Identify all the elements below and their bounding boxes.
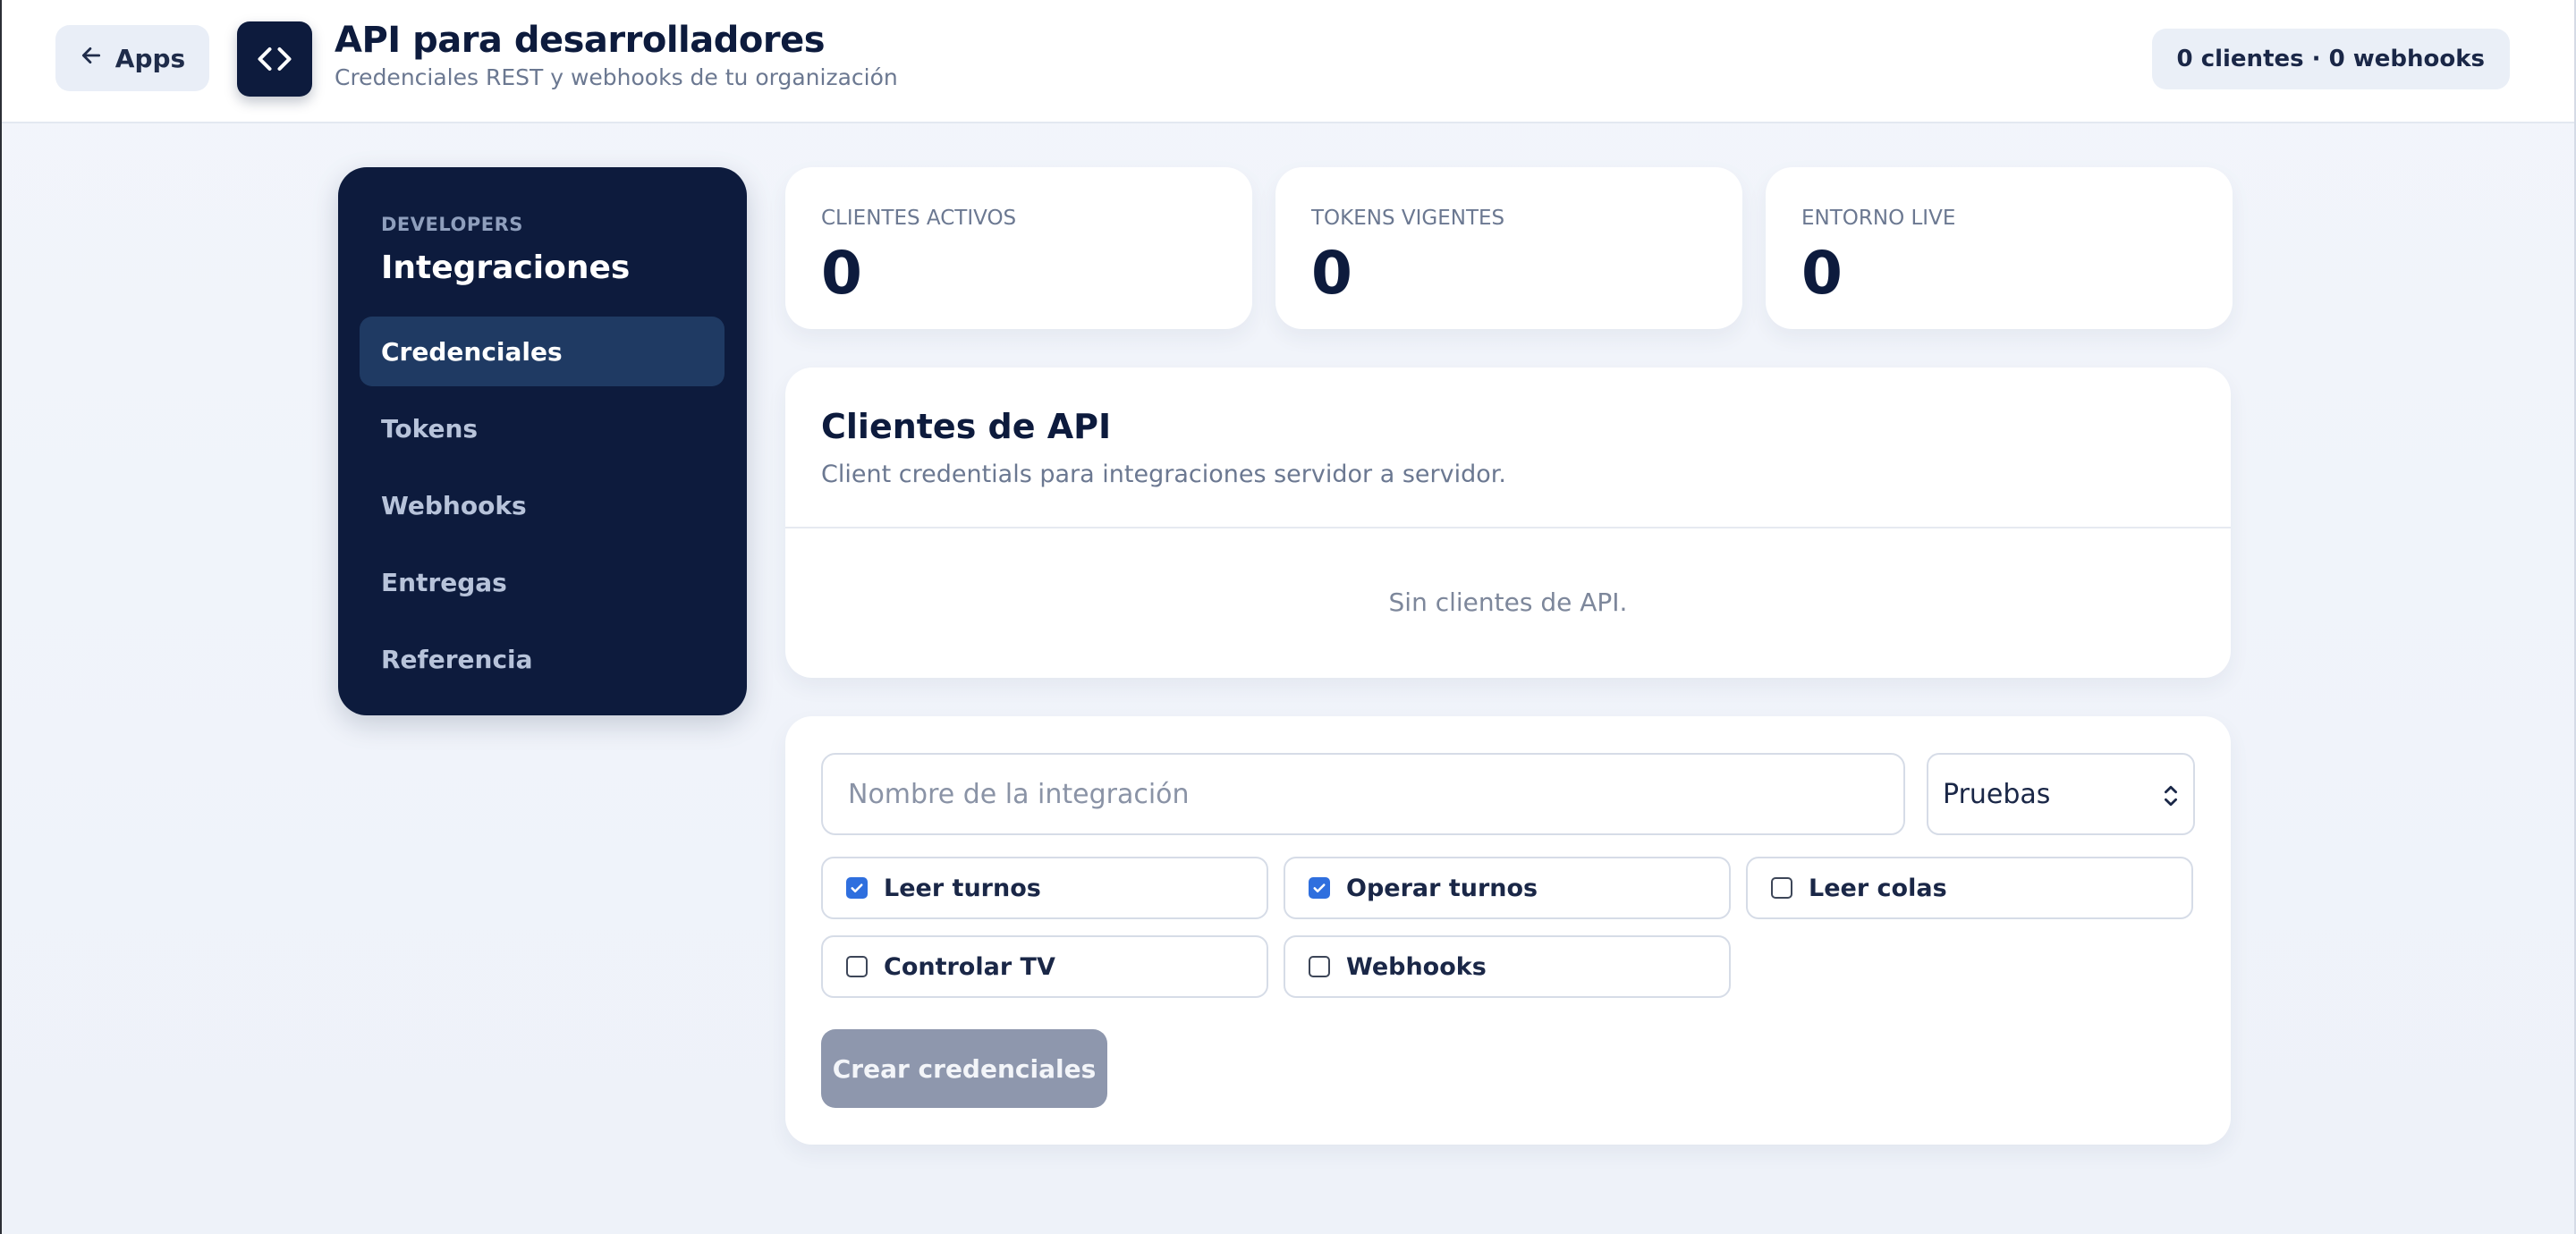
stat-card-entorno-live: ENTORNO LIVE 0 xyxy=(1766,167,2233,329)
stat-label: ENTORNO LIVE xyxy=(1801,207,1956,230)
scope-checkbox-operar-turnos[interactable]: Operar turnos xyxy=(1284,857,1731,919)
environment-select-value: Pruebas xyxy=(1943,778,2051,810)
stat-card-tokens-vigentes: TOKENS VIGENTES 0 xyxy=(1275,167,1742,329)
sidebar-item-referencia[interactable]: Referencia xyxy=(360,624,724,694)
check-icon xyxy=(851,883,863,893)
stat-value: 0 xyxy=(1311,239,1352,308)
integration-name-input[interactable] xyxy=(821,753,1905,835)
stat-value: 0 xyxy=(821,239,862,308)
back-button-label: Apps xyxy=(114,43,186,73)
stat-label: TOKENS VIGENTES xyxy=(1311,207,1505,230)
checkbox-unchecked[interactable] xyxy=(846,956,868,977)
scope-label: Leer colas xyxy=(1809,874,1947,902)
sidebar-item-webhooks[interactable]: Webhooks xyxy=(360,470,724,540)
create-credentials-form: Pruebas Leer turnos Operar turnos Leer c… xyxy=(785,716,2231,1145)
sidebar-eyebrow: DEVELOPERS xyxy=(381,214,523,235)
stat-label: CLIENTES ACTIVOS xyxy=(821,207,1017,230)
arrow-left-icon xyxy=(80,44,103,73)
chevron-up-down-icon xyxy=(2165,785,2177,807)
divider xyxy=(785,527,2231,528)
stat-value: 0 xyxy=(1801,239,1843,308)
scope-checkbox-leer-turnos[interactable]: Leer turnos xyxy=(821,857,1268,919)
clients-subtitle: Client credentials para integraciones se… xyxy=(821,461,1506,488)
stat-card-clientes-activos: CLIENTES ACTIVOS 0 xyxy=(785,167,1252,329)
sidebar-item-credenciales[interactable]: Credenciales xyxy=(360,317,724,386)
summary-badge: 0 clientes · 0 webhooks xyxy=(2151,29,2510,89)
scope-label: Operar turnos xyxy=(1346,874,1538,902)
checkbox-unchecked[interactable] xyxy=(1771,877,1792,899)
top-header: Apps API para desarrolladores Credencial… xyxy=(2,0,2574,123)
check-icon xyxy=(1313,883,1326,893)
sidebar-title: Integraciones xyxy=(381,249,631,286)
sidebar-item-entregas[interactable]: Entregas xyxy=(360,547,724,617)
sidebar-item-tokens[interactable]: Tokens xyxy=(360,393,724,463)
scope-label: Webhooks xyxy=(1346,952,1487,981)
api-clients-card: Clientes de API Client credentials para … xyxy=(785,368,2231,678)
checkbox-checked[interactable] xyxy=(846,877,868,899)
clients-title: Clientes de API xyxy=(821,407,1112,446)
scope-label: Leer turnos xyxy=(884,874,1041,902)
clients-empty-state: Sin clientes de API. xyxy=(1388,587,1628,617)
checkbox-checked[interactable] xyxy=(1309,877,1330,899)
environment-select[interactable]: Pruebas xyxy=(1927,753,2195,835)
developers-sidebar: DEVELOPERS Integraciones Credenciales To… xyxy=(338,167,747,715)
page-subtitle: Credenciales REST y webhooks de tu organ… xyxy=(335,64,898,90)
app-window: Apps API para desarrolladores Credencial… xyxy=(0,0,2576,1234)
scope-checkbox-controlar-tv[interactable]: Controlar TV xyxy=(821,935,1268,998)
create-credentials-button[interactable]: Crear credenciales xyxy=(821,1029,1107,1108)
back-to-apps-button[interactable]: Apps xyxy=(55,25,209,91)
scope-checkbox-webhooks[interactable]: Webhooks xyxy=(1284,935,1731,998)
scope-checkbox-leer-colas[interactable]: Leer colas xyxy=(1746,857,2193,919)
code-brackets-icon xyxy=(237,21,312,97)
checkbox-unchecked[interactable] xyxy=(1309,956,1330,977)
page-title: API para desarrolladores xyxy=(335,20,826,61)
scope-label: Controlar TV xyxy=(884,952,1055,981)
